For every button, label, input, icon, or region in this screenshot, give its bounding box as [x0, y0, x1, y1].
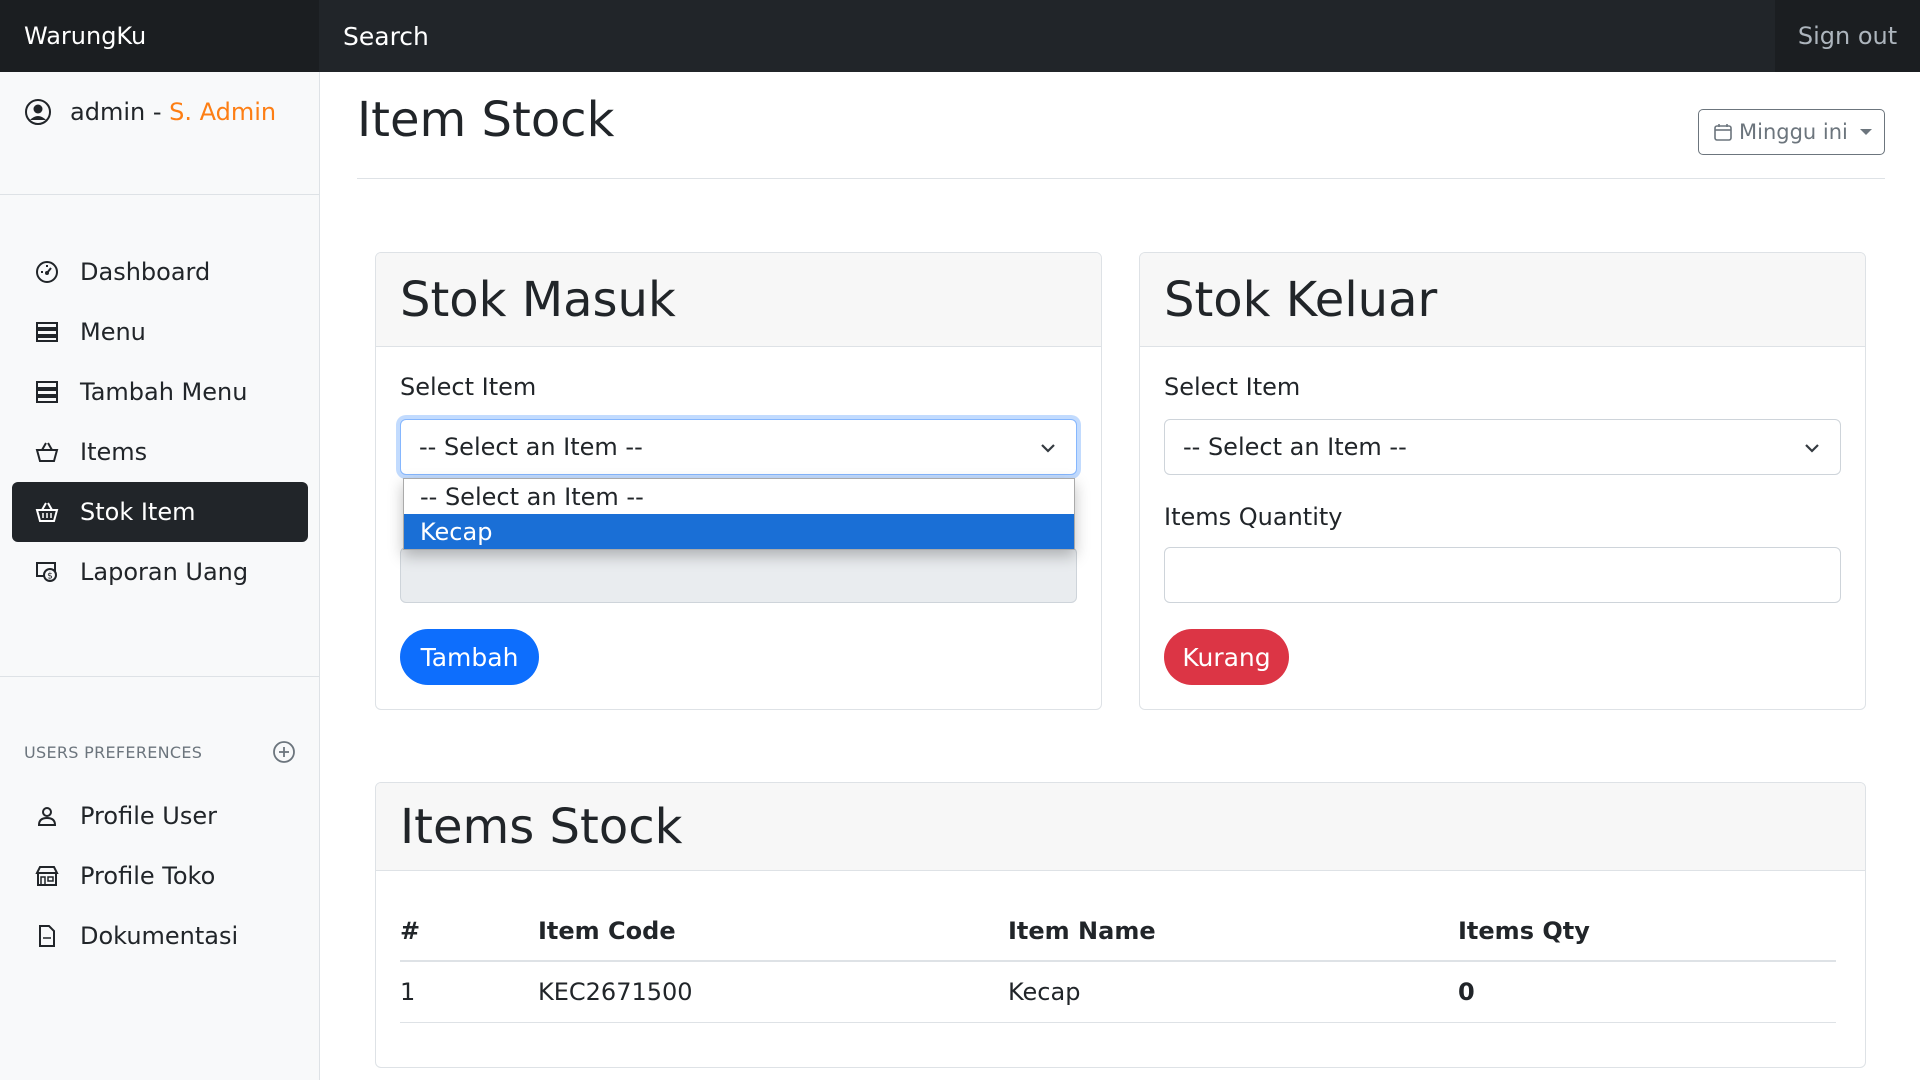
- chevron-down-icon: [1805, 444, 1819, 453]
- user-info: admin - S. Admin: [24, 98, 276, 126]
- table-header-row: # Item Code Item Name Items Qty: [400, 901, 1836, 962]
- preferences-heading: USERS PREFERENCES: [24, 740, 296, 764]
- sidebar-item-label: Profile Toko: [80, 862, 216, 890]
- sidebar: admin - S. Admin Dashboard Menu Tambah M…: [0, 72, 320, 1080]
- sidebar-item-label: Laporan Uang: [80, 558, 249, 586]
- kurang-button[interactable]: Kurang: [1164, 629, 1289, 685]
- sidebar-item-dokumentasi[interactable]: Dokumentasi: [12, 906, 308, 966]
- select-value: -- Select an Item --: [1183, 433, 1407, 461]
- top-navbar: WarungKu Search Sign out: [0, 0, 1920, 72]
- user-name: admin: [70, 98, 146, 126]
- cell-number: 1: [400, 961, 538, 1023]
- period-label: Minggu ini: [1739, 120, 1848, 144]
- column-header-items-qty: Items Qty: [1458, 901, 1836, 962]
- column-header-item-name: Item Name: [1008, 901, 1458, 962]
- stok-keluar-title: Stok Keluar: [1140, 253, 1865, 347]
- calendar-icon: [1714, 124, 1732, 141]
- sidebar-item-label: Dokumentasi: [80, 922, 239, 950]
- speedometer-icon: [34, 259, 60, 285]
- sidebar-item-tambah-menu[interactable]: Tambah Menu: [12, 362, 308, 422]
- stok-keluar-card: Stok Keluar Select Item -- Select an Ite…: [1139, 252, 1866, 710]
- sidebar-item-profile-toko[interactable]: Profile Toko: [12, 846, 308, 906]
- items-stock-title: Items Stock: [376, 783, 1865, 871]
- sidebar-item-label: Stok Item: [80, 498, 196, 526]
- sidebar-item-label: Profile User: [80, 802, 217, 830]
- stok-keluar-quantity-input[interactable]: [1164, 547, 1841, 603]
- header-divider: [357, 178, 1885, 179]
- user-circle-icon: [25, 99, 51, 125]
- items-stock-table: # Item Code Item Name Items Qty 1 KEC267…: [400, 901, 1836, 1023]
- person-icon: [34, 803, 60, 829]
- stok-masuk-title: Stok Masuk: [376, 253, 1101, 347]
- brand-logo[interactable]: WarungKu: [0, 0, 319, 72]
- caret-down-icon: [1859, 129, 1872, 135]
- page-title: Item Stock: [357, 92, 615, 148]
- sign-out-link[interactable]: Sign out: [1775, 0, 1920, 72]
- sidebar-item-dashboard[interactable]: Dashboard: [12, 242, 308, 302]
- items-stock-card: Items Stock # Item Code Item Name Items …: [375, 782, 1866, 1068]
- basket-icon: [34, 499, 60, 525]
- basket-icon: [34, 439, 60, 465]
- user-separator: -: [145, 98, 170, 126]
- add-circle-icon[interactable]: [272, 740, 296, 764]
- chevron-down-icon: [1041, 444, 1055, 453]
- select-item-label: Select Item: [1164, 373, 1301, 401]
- shop-icon: [34, 863, 60, 889]
- svg-text:$: $: [47, 572, 53, 582]
- sidebar-item-label: Tambah Menu: [80, 378, 248, 406]
- sidebar-item-label: Dashboard: [80, 258, 211, 286]
- select-value: -- Select an Item --: [419, 433, 643, 461]
- cell-items-qty: 0: [1458, 961, 1836, 1023]
- add-menu-icon: [34, 379, 60, 405]
- dropdown-option-kecap[interactable]: Kecap: [404, 514, 1074, 549]
- stok-masuk-item-select[interactable]: -- Select an Item --: [400, 419, 1077, 475]
- sidebar-divider: [0, 676, 319, 677]
- cell-item-code: KEC2671500: [538, 961, 1008, 1023]
- sidebar-item-stok-item[interactable]: Stok Item: [12, 482, 308, 542]
- menu-list-icon: [34, 319, 60, 345]
- period-dropdown-button[interactable]: Minggu ini: [1698, 109, 1885, 155]
- cell-item-name: Kecap: [1008, 961, 1458, 1023]
- search-input[interactable]: Search: [319, 0, 1775, 72]
- stok-masuk-quantity-input[interactable]: [400, 547, 1077, 603]
- items-quantity-label: Items Quantity: [1164, 503, 1343, 531]
- column-header-number: #: [400, 901, 538, 962]
- sidebar-item-label: Items: [80, 438, 148, 466]
- item-select-dropdown: -- Select an Item -- Kecap: [403, 478, 1075, 550]
- table-row: 1 KEC2671500 Kecap 0: [400, 961, 1836, 1023]
- select-item-label: Select Item: [400, 373, 537, 401]
- sidebar-item-profile-user[interactable]: Profile User: [12, 786, 308, 846]
- dropdown-option[interactable]: -- Select an Item --: [404, 479, 1074, 514]
- column-header-item-code: Item Code: [538, 901, 1008, 962]
- preferences-heading-label: USERS PREFERENCES: [24, 742, 203, 762]
- stok-keluar-item-select[interactable]: -- Select an Item --: [1164, 419, 1841, 475]
- sidebar-item-label: Menu: [80, 318, 146, 346]
- sidebar-item-items[interactable]: Items: [12, 422, 308, 482]
- user-role: S. Admin: [169, 98, 277, 126]
- money-report-icon: $: [34, 559, 60, 585]
- document-icon: [34, 923, 60, 949]
- tambah-button[interactable]: Tambah: [400, 629, 539, 685]
- sidebar-divider: [0, 194, 319, 195]
- sidebar-item-menu[interactable]: Menu: [12, 302, 308, 362]
- sidebar-item-laporan-uang[interactable]: $ Laporan Uang: [12, 542, 308, 602]
